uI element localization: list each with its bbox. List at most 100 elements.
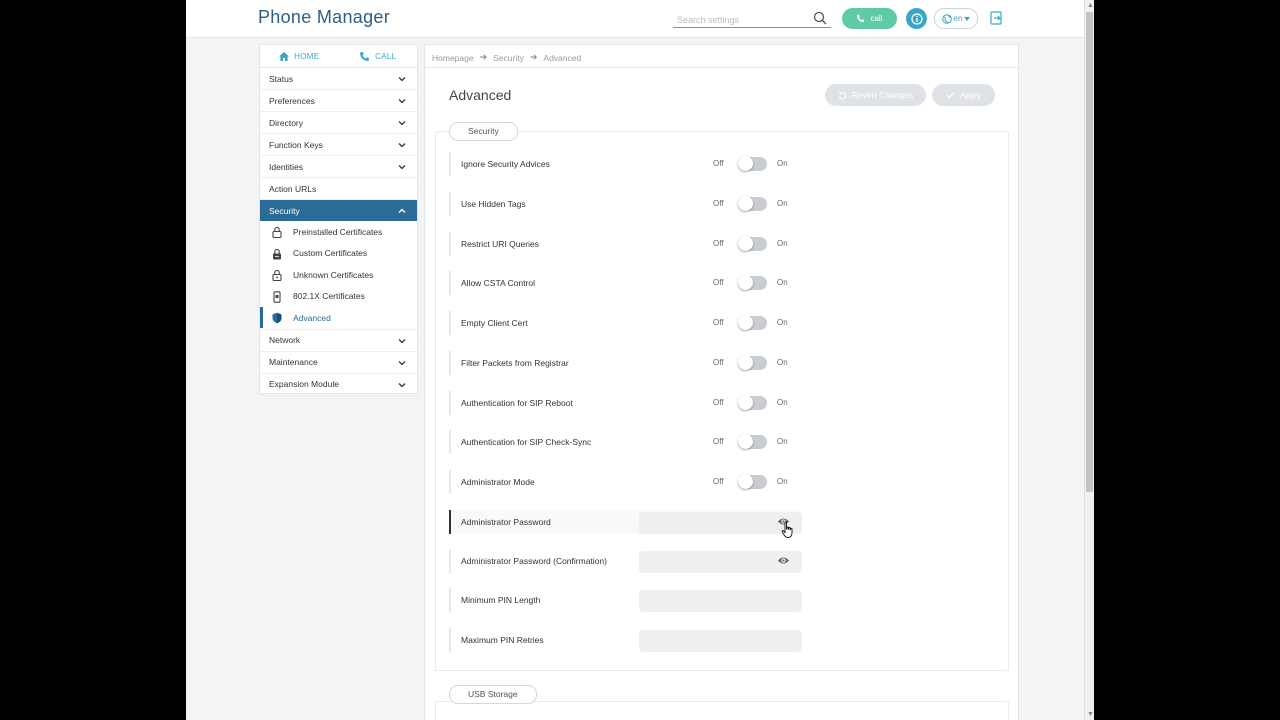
on-label: On xyxy=(777,318,788,327)
setting-label: Empty Client Cert xyxy=(461,318,528,328)
setting-label: Allow CSTA Control xyxy=(461,278,536,288)
ignore-security-advices-toggle[interactable] xyxy=(738,156,767,171)
sidebar-subitem-label: Preinstalled Certificates xyxy=(293,226,383,237)
language-selector[interactable]: en xyxy=(934,8,978,29)
vertical-scrollbar[interactable]: ▲ ▼ xyxy=(1084,0,1094,720)
setting-row-authentication-for-sip-reboot: Authentication for SIP Reboot Off On xyxy=(449,391,801,415)
home-label: HOME xyxy=(294,51,320,61)
setting-label: Filter Packets from Registrar xyxy=(461,358,569,368)
setting-label: Administrator Mode xyxy=(461,477,535,487)
authentication-for-sip-reboot-toggle[interactable] xyxy=(738,395,767,410)
header-call-button[interactable]: call xyxy=(842,8,897,29)
info-icon xyxy=(910,12,923,25)
toggle-knob xyxy=(738,156,753,171)
eye-icon[interactable] xyxy=(777,555,790,566)
phone-icon xyxy=(857,14,865,23)
sidebar-item-action-urls[interactable]: Action URLs xyxy=(260,178,417,200)
filter-packets-from-registrar-toggle[interactable] xyxy=(738,355,767,370)
restrict-uri-queries-toggle[interactable] xyxy=(738,236,767,251)
maximum-pin-retries-input[interactable] xyxy=(639,630,802,652)
apply-label: Apply xyxy=(959,90,982,100)
search-box xyxy=(673,10,831,28)
off-label: Off xyxy=(713,437,724,446)
sidebar-item-label: Expansion Module xyxy=(269,379,339,389)
breadcrumb-homepage[interactable]: Homepage xyxy=(432,53,474,63)
sidebar-item-label: Status xyxy=(269,73,294,84)
sidebar-item-preferences[interactable]: Preferences xyxy=(260,90,417,112)
arrow-right-icon: ➔ xyxy=(479,52,488,62)
sidebar-item-status[interactable]: Status xyxy=(260,68,417,90)
setting-row-filter-packets-from-registrar: Filter Packets from Registrar Off On xyxy=(449,351,801,375)
off-label: Off xyxy=(713,358,724,367)
sidebar-subitem-label: Unknown Certificates xyxy=(293,269,374,280)
on-label: On xyxy=(777,358,788,367)
divider xyxy=(425,67,1018,68)
logout-icon[interactable] xyxy=(989,10,1005,26)
sidebar-subitem-8021x-certificates[interactable]: 802.1X Certificates xyxy=(260,286,417,308)
off-label: Off xyxy=(713,477,724,486)
sidebar-subitem-advanced[interactable]: Advanced xyxy=(260,307,417,329)
setting-label: Use Hidden Tags xyxy=(461,199,526,209)
chevron-down-icon xyxy=(398,143,406,148)
scroll-down-icon[interactable]: ▼ xyxy=(1087,711,1094,718)
sidebar-subitem-label: 802.1X Certificates xyxy=(293,291,365,302)
on-label: On xyxy=(777,437,788,446)
setting-row-restrict-uri-queries: Restrict URI Queries Off On xyxy=(449,232,801,256)
sidebar-top-tabs: HOME CALL xyxy=(260,45,417,68)
sidebar-item-network[interactable]: Network xyxy=(260,328,417,352)
scroll-up-icon[interactable]: ▲ xyxy=(1087,2,1094,9)
apply-button[interactable]: Apply xyxy=(932,84,995,106)
sidebar-home-tab[interactable]: HOME xyxy=(260,45,339,67)
check-icon xyxy=(946,91,955,99)
breadcrumb-security[interactable]: Security xyxy=(493,53,524,63)
administrator-mode-toggle[interactable] xyxy=(738,474,767,489)
sidebar-item-expansion-module[interactable]: Expansion Module xyxy=(260,374,417,396)
toggle-knob xyxy=(738,355,753,370)
setting-row-use-hidden-tags: Use Hidden Tags Off On xyxy=(449,192,801,216)
hand-cursor-icon xyxy=(781,521,793,538)
sidebar-subitem-custom-certificates[interactable]: Custom Certificates xyxy=(260,243,417,265)
sidebar-subitem-label: Advanced xyxy=(293,312,331,323)
off-label: Off xyxy=(713,159,724,168)
sidebar-call-tab[interactable]: CALL xyxy=(339,45,418,67)
revert-icon xyxy=(838,91,847,100)
app-title: Phone Manager xyxy=(258,7,390,27)
page-title: Advanced xyxy=(449,87,512,103)
use-hidden-tags-toggle[interactable] xyxy=(738,196,767,211)
chevron-down-icon xyxy=(398,77,406,82)
sidebar-item-identities[interactable]: Identities xyxy=(260,156,417,178)
sidebar-item-directory[interactable]: Directory xyxy=(260,112,417,134)
breadcrumb: Homepage ➔ Security ➔ Advanced xyxy=(432,52,581,63)
setting-row-administrator-password-confirmation: Administrator Password (Confirmation) xyxy=(449,549,802,573)
search-icon[interactable] xyxy=(813,11,827,25)
chevron-up-icon xyxy=(398,208,406,213)
minimum-pin-length-input[interactable] xyxy=(639,590,802,612)
sidebar-item-label: Network xyxy=(269,335,301,345)
sidebar-item-label: Security xyxy=(269,205,300,216)
arrow-right-icon: ➔ xyxy=(529,52,538,62)
setting-row-empty-client-cert: Empty Client Cert Off On xyxy=(449,311,801,335)
info-button[interactable] xyxy=(906,8,927,29)
on-label: On xyxy=(777,278,788,287)
on-label: On xyxy=(777,398,788,407)
authentication-for-sip-check-sync-toggle[interactable] xyxy=(738,434,767,449)
revert-label: Revert Changes xyxy=(851,90,914,100)
setting-row-administrator-mode: Administrator Mode Off On xyxy=(449,470,801,494)
revert-changes-button[interactable]: Revert Changes xyxy=(825,84,926,106)
sidebar-subitem-preinstalled-certificates[interactable]: Preinstalled Certificates xyxy=(260,221,417,243)
search-input[interactable] xyxy=(673,12,807,28)
on-label: On xyxy=(777,159,788,168)
globe-icon xyxy=(941,13,952,24)
sidebar-item-maintenance[interactable]: Maintenance xyxy=(260,352,417,374)
scrollbar-thumb[interactable] xyxy=(1086,12,1093,492)
off-label: Off xyxy=(713,239,724,248)
sidebar-subitem-unknown-certificates[interactable]: Unknown Certificates xyxy=(260,264,417,286)
empty-client-cert-toggle[interactable] xyxy=(738,315,767,330)
setting-label: Ignore Security Advices xyxy=(461,159,550,169)
sidebar-item-function-keys[interactable]: Function Keys xyxy=(260,134,417,156)
sidebar-item-security[interactable]: Security xyxy=(260,200,417,221)
allow-csta-control-toggle[interactable] xyxy=(738,275,767,290)
setting-row-authentication-for-sip-check-sync: Authentication for SIP Check-Sync Off On xyxy=(449,430,801,454)
caret-down-icon xyxy=(964,16,971,21)
security-group-label: Security xyxy=(449,122,518,141)
